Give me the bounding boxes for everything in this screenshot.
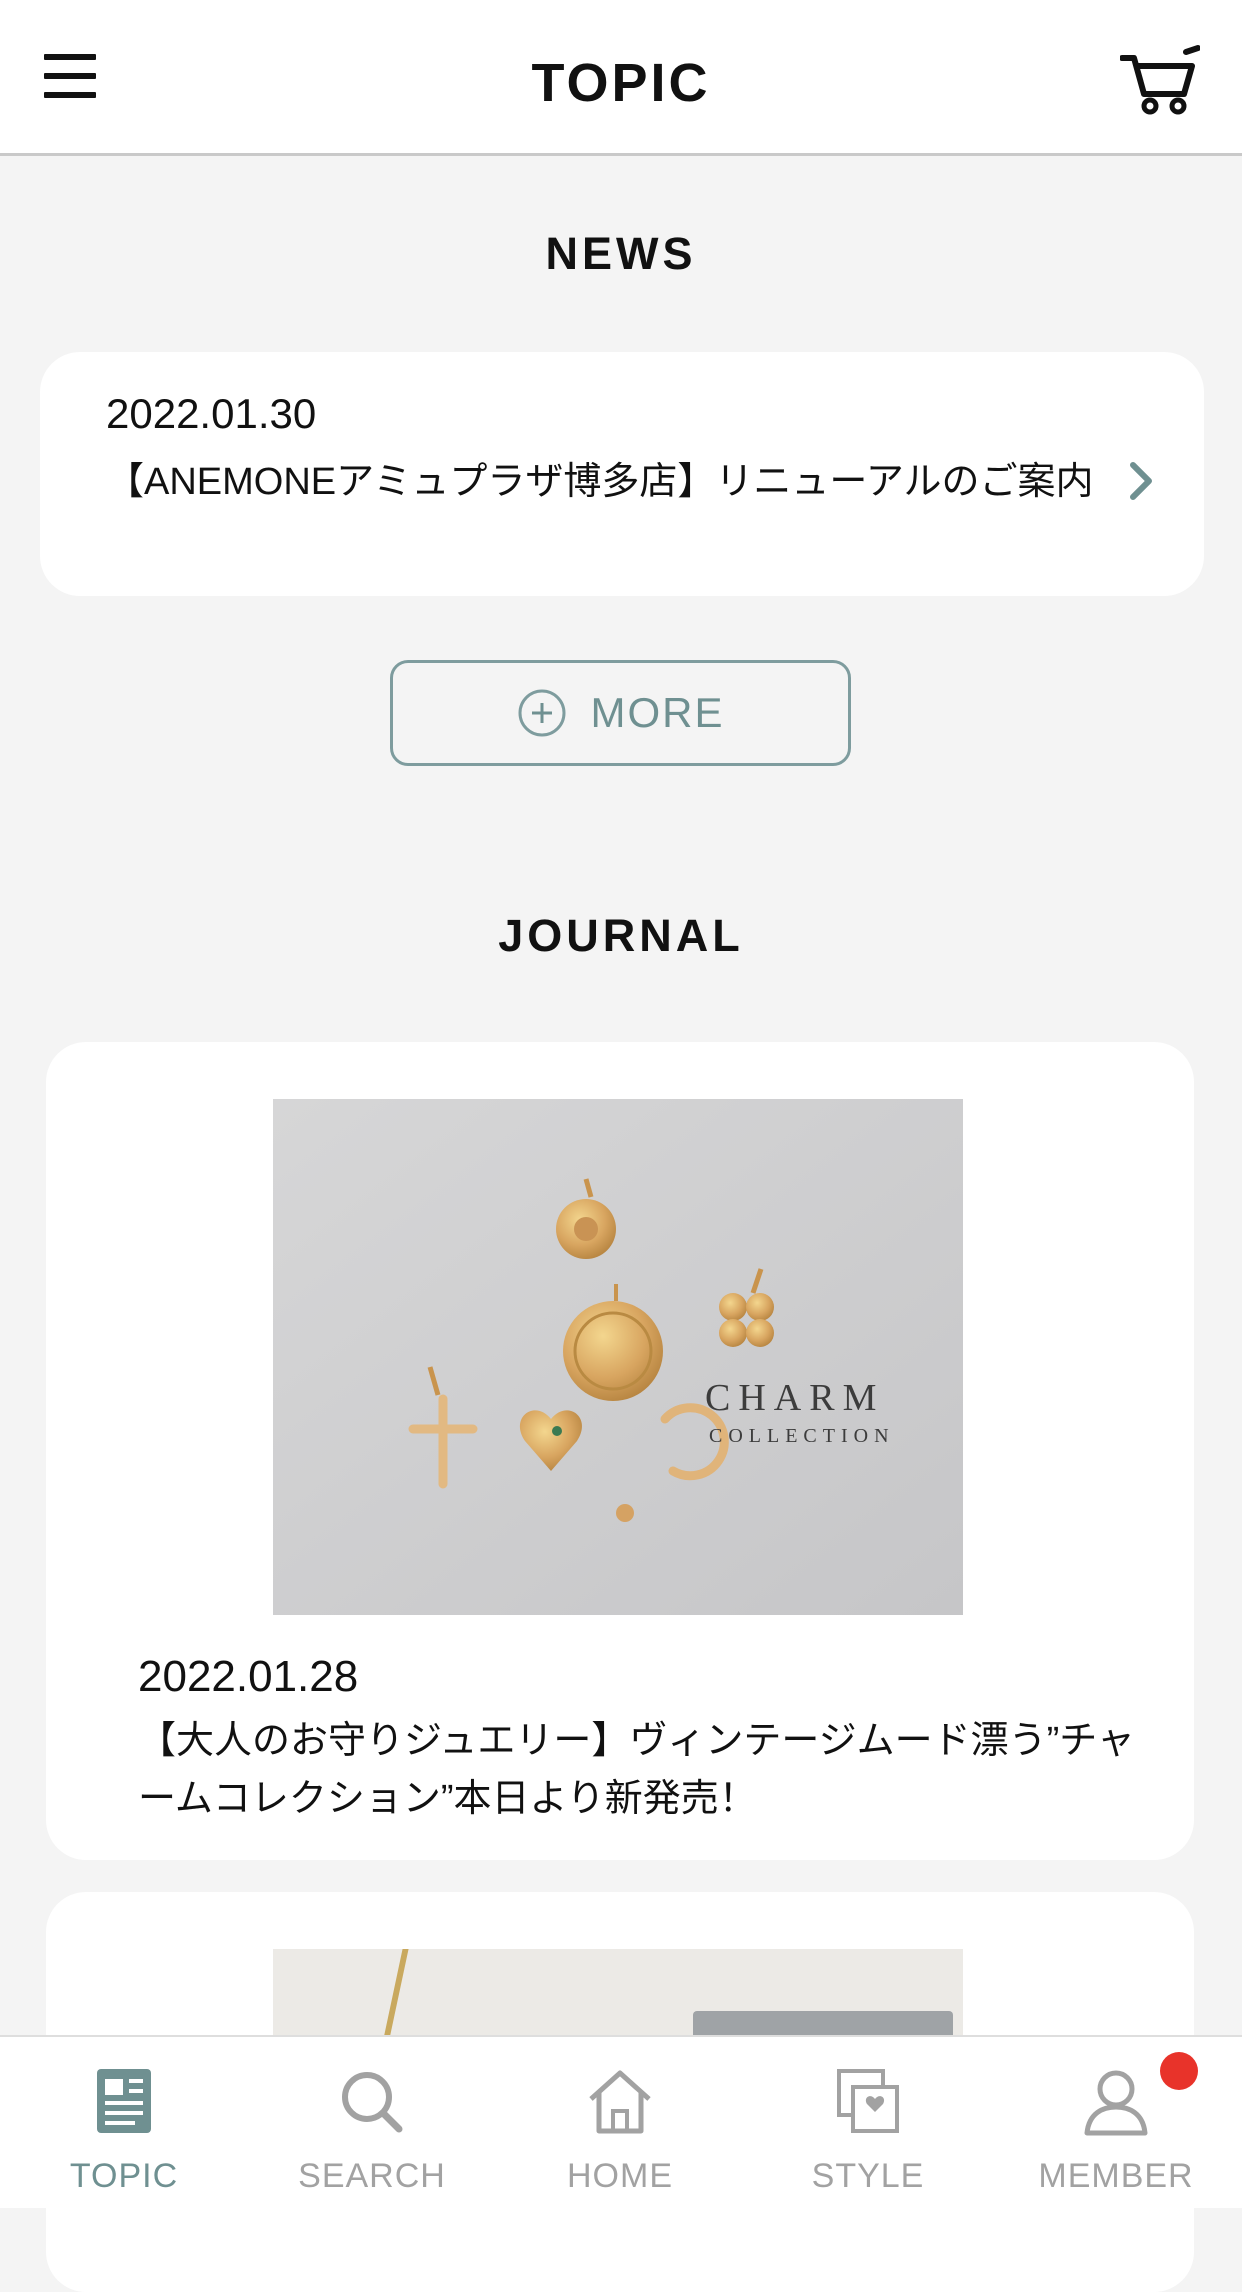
search-icon bbox=[342, 2072, 403, 2133]
bottom-tab-bar: TOPIC SEARCH HOME STYLE MEMBER bbox=[0, 2035, 1242, 2208]
image-text-charm: CHARM bbox=[705, 1377, 884, 1419]
tab-style[interactable]: STYLE bbox=[744, 2037, 992, 2210]
journal-section-title: JOURNAL bbox=[498, 910, 744, 961]
tab-label: TOPIC bbox=[69, 2157, 179, 2195]
tab-home[interactable]: HOME bbox=[496, 2037, 744, 2210]
tab-topic[interactable]: TOPIC bbox=[0, 2037, 248, 2210]
journal-image[interactable]: CHARM COLLECTION bbox=[273, 1099, 963, 1615]
member-person-icon bbox=[1084, 2070, 1148, 2136]
journal-item[interactable]: CHARM COLLECTION 2022.01.28 【大人のお守りジュエリー… bbox=[46, 1042, 1194, 1860]
image-text-collection: COLLECTION bbox=[709, 1425, 895, 1447]
news-more-button[interactable]: MORE bbox=[390, 660, 851, 766]
notification-badge bbox=[1160, 2052, 1198, 2090]
journal-date: 2022.01.28 bbox=[138, 1652, 359, 1701]
tab-member[interactable]: MEMBER bbox=[992, 2037, 1242, 2210]
news-item[interactable]: 2022.01.30 【ANEMONEアミュプラザ博多店】リニューアルのご案内 bbox=[40, 352, 1204, 596]
charm-collection-photo: CHARM COLLECTION bbox=[273, 1099, 963, 1615]
tab-label: STYLE bbox=[811, 2157, 925, 2195]
cart-icon[interactable] bbox=[1120, 44, 1200, 116]
page-title: TOPIC bbox=[531, 53, 711, 113]
home-icon bbox=[589, 2070, 651, 2134]
tab-label: MEMBER bbox=[1038, 2157, 1194, 2195]
tab-search[interactable]: SEARCH bbox=[248, 2037, 496, 2210]
news-date: 2022.01.30 bbox=[106, 390, 317, 437]
topic-newspaper-icon bbox=[97, 2069, 151, 2133]
plus-circle-icon bbox=[518, 689, 565, 737]
news-section-title: NEWS bbox=[545, 228, 697, 279]
app-header: TOPIC bbox=[0, 0, 1242, 156]
more-button-label: MORE bbox=[590, 689, 725, 736]
tab-label: HOME bbox=[567, 2157, 673, 2195]
chevron-right-icon bbox=[1130, 462, 1152, 500]
news-title: 【ANEMONEアミュプラザ博多店】リニューアルのご案内 bbox=[106, 461, 1094, 503]
journal-title: 【大人のお守りジュエリー】ヴィンテージムード漂う”チャームコレクション”本日より… bbox=[138, 1720, 1135, 1820]
style-photos-icon bbox=[837, 2069, 899, 2133]
tab-label: SEARCH bbox=[298, 2157, 446, 2195]
